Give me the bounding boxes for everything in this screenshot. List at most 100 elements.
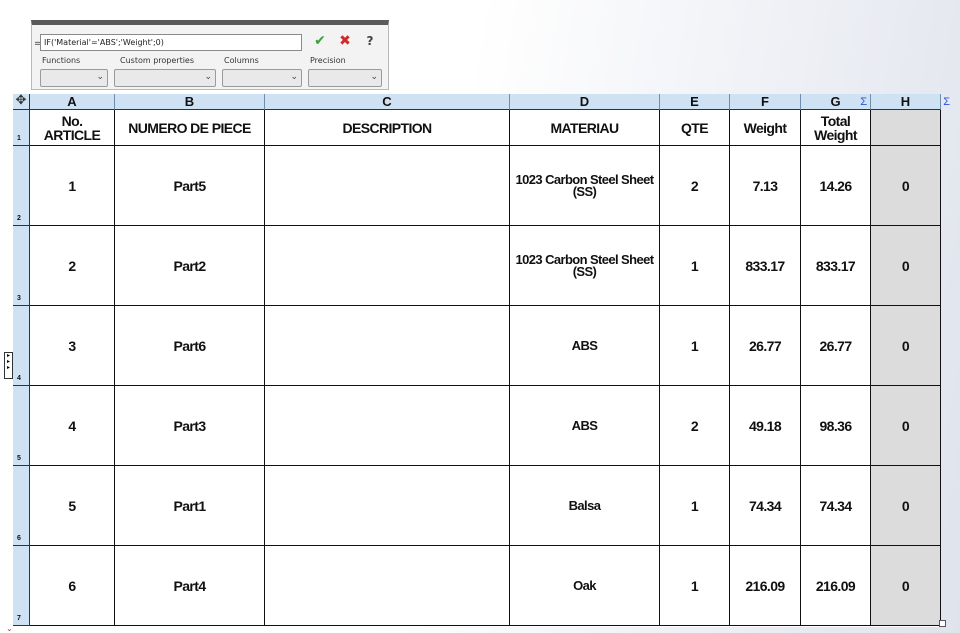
column-header-h[interactable]: HΣ	[871, 94, 950, 110]
cancel-x-icon[interactable]: ✖	[337, 32, 353, 50]
row-header-7[interactable]: 7	[13, 546, 30, 626]
table-cell[interactable]: 0	[871, 226, 941, 306]
table-cell[interactable]: 0	[871, 146, 941, 226]
columns-dropdown[interactable]: ⌄	[222, 69, 302, 87]
table-cell[interactable]: 2	[660, 146, 730, 226]
column-header-c[interactable]: C	[265, 94, 510, 110]
table-cell[interactable]: Part4	[115, 546, 265, 626]
chevron-down-icon: ⌄	[204, 72, 212, 82]
row-header-4[interactable]: 4	[13, 306, 30, 386]
table-header-cell[interactable]: NUMERO DE PIECE	[115, 110, 265, 146]
table-cell[interactable]: Part2	[115, 226, 265, 306]
table-cell[interactable]: 0	[871, 306, 941, 386]
sigma-icon[interactable]: Σ	[943, 95, 950, 110]
accept-checkmark-icon[interactable]: ✔	[312, 32, 328, 50]
table-cell[interactable]: 1	[660, 306, 730, 386]
table-cell[interactable]: 5	[30, 466, 115, 546]
row-header-6[interactable]: 6	[13, 466, 30, 546]
table-cell[interactable]: 1023 Carbon Steel Sheet (SS)	[510, 146, 660, 226]
table-cell[interactable]: Oak	[510, 546, 660, 626]
table-cell[interactable]: 1	[660, 546, 730, 626]
table-cell[interactable]: 1	[660, 466, 730, 546]
table-cell[interactable]: 1023 Carbon Steel Sheet (SS)	[510, 226, 660, 306]
cell-text: QTE	[681, 119, 709, 136]
table-cell[interactable]: 0	[871, 466, 941, 546]
table-resize-handle[interactable]	[939, 620, 946, 627]
row-header-5[interactable]: 5	[13, 386, 30, 466]
help-icon[interactable]: ?	[362, 32, 378, 50]
table-cell[interactable]	[265, 466, 510, 546]
cell-text: Part4	[173, 577, 206, 594]
sigma-icon[interactable]: Σ	[860, 95, 867, 110]
table-cell[interactable]: 74.34	[801, 466, 871, 546]
column-header-g[interactable]: GΣ	[801, 94, 871, 110]
table-cell[interactable]: 3	[30, 306, 115, 386]
collapse-chevron-icon[interactable]: ⌄	[6, 624, 13, 633]
table-cell[interactable]	[265, 306, 510, 386]
table-cell[interactable]	[265, 386, 510, 466]
table-cell[interactable]: 49.18	[730, 386, 801, 466]
precision-dropdown[interactable]: ⌄	[308, 69, 382, 87]
table-cell[interactable]: Part3	[115, 386, 265, 466]
table-cell[interactable]: 0	[871, 546, 941, 626]
table-header-cell[interactable]: Total Weight	[801, 110, 871, 146]
table-cell[interactable]	[265, 546, 510, 626]
column-header-e[interactable]: E	[660, 94, 730, 110]
column-letter: G	[830, 94, 841, 109]
column-header-d[interactable]: D	[510, 94, 660, 110]
table-cell[interactable]: 6	[30, 546, 115, 626]
table-cell[interactable]	[265, 226, 510, 306]
table-cell[interactable]: ABS	[510, 386, 660, 466]
table-header-cell[interactable]: DESCRIPTION	[265, 110, 510, 146]
formula-input[interactable]: IF('Material'='ABS';'Weight';0)	[40, 34, 302, 51]
column-header-f[interactable]: F	[730, 94, 801, 110]
table-cell[interactable]: ABS	[510, 306, 660, 386]
table-cell[interactable]: 98.36	[801, 386, 871, 466]
cell-text: Part3	[173, 417, 206, 434]
table-cell[interactable]: 4	[30, 386, 115, 466]
cell-text: 0	[901, 497, 910, 514]
table-cell[interactable]: 7.13	[730, 146, 801, 226]
cell-text: MATERIAU	[550, 119, 619, 136]
row-drag-handle-icon[interactable]: ▸ ▸ ▸	[4, 352, 13, 379]
table-cell[interactable]: 833.17	[730, 226, 801, 306]
table-cell[interactable]: 26.77	[730, 306, 801, 386]
row-header-1[interactable]: 1	[13, 110, 30, 146]
table-header-cell[interactable]	[871, 110, 941, 146]
table-header-cell[interactable]: QTE	[660, 110, 730, 146]
table-cell[interactable]: 0	[871, 386, 941, 466]
table-cell[interactable]: 1	[30, 146, 115, 226]
table-cell[interactable]: Balsa	[510, 466, 660, 546]
table-cell[interactable]: Part5	[115, 146, 265, 226]
table-header-cell[interactable]: Weight	[730, 110, 801, 146]
column-header-b[interactable]: B	[115, 94, 265, 110]
cell-text: 1	[690, 337, 699, 354]
table-cell[interactable]: Part1	[115, 466, 265, 546]
table-header-cell[interactable]: No. ARTICLE	[30, 110, 115, 146]
cell-text: 74.34	[748, 497, 782, 514]
table-header-cell[interactable]: MATERIAU	[510, 110, 660, 146]
table-cell[interactable]: 14.26	[801, 146, 871, 226]
cell-text: DESCRIPTION	[342, 119, 432, 136]
table-cell[interactable]: 1	[660, 226, 730, 306]
table-cell[interactable]: 2	[660, 386, 730, 466]
row-header-2[interactable]: 2	[13, 146, 30, 226]
cell-text: 2	[690, 417, 699, 434]
table-cell[interactable]: Part6	[115, 306, 265, 386]
table-cell[interactable]: 2	[30, 226, 115, 306]
cell-text: Part1	[173, 497, 206, 514]
chevron-down-icon: ⌄	[290, 72, 298, 82]
table-cell[interactable]: 833.17	[801, 226, 871, 306]
custom-properties-dropdown[interactable]: ⌄	[114, 69, 216, 87]
cell-text: 7.13	[752, 177, 778, 194]
cell-text: 1	[690, 497, 699, 514]
functions-dropdown[interactable]: ⌄	[40, 69, 108, 87]
table-cell[interactable]: 216.09	[730, 546, 801, 626]
table-cell[interactable]: 74.34	[730, 466, 801, 546]
table-cell[interactable]: 26.77	[801, 306, 871, 386]
table-move-icon[interactable]: ✥	[13, 94, 30, 110]
row-header-3[interactable]: 3	[13, 226, 30, 306]
column-header-a[interactable]: A	[30, 94, 115, 110]
table-cell[interactable]	[265, 146, 510, 226]
table-cell[interactable]: 216.09	[801, 546, 871, 626]
